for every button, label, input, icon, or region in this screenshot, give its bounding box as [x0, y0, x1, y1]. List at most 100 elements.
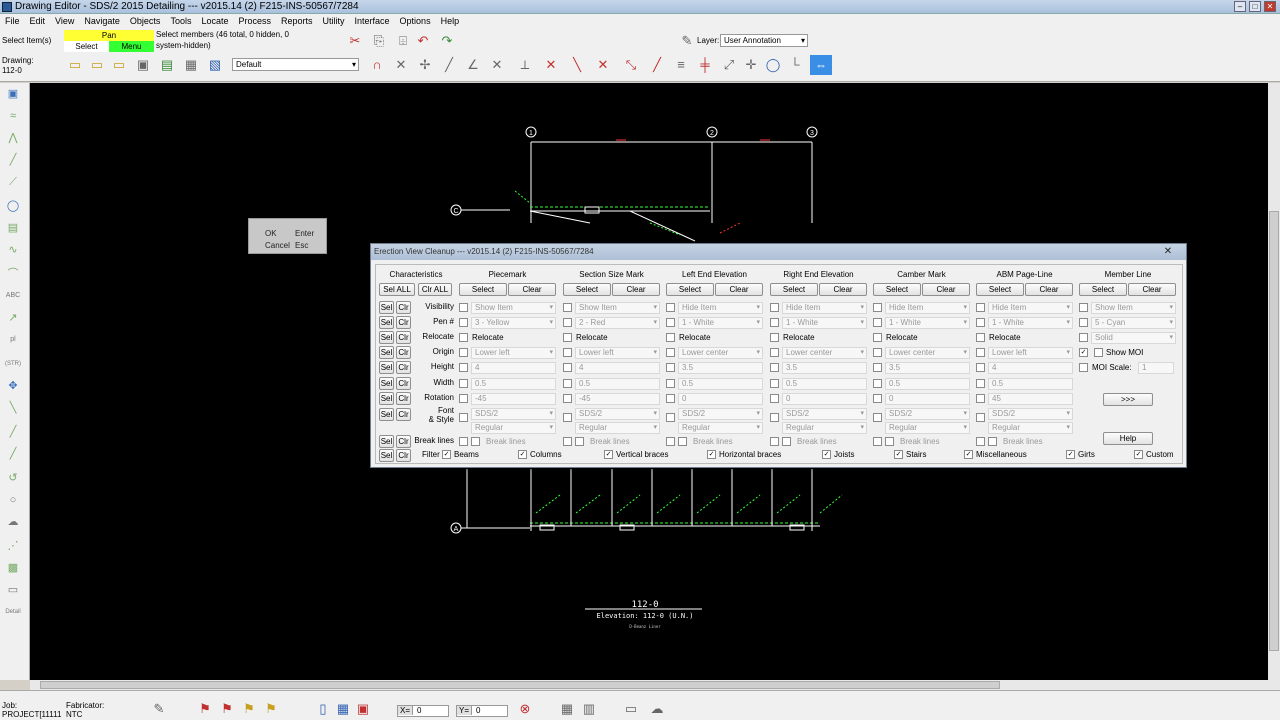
camber-mark-rotation-input[interactable]: 0: [885, 393, 970, 405]
dialog-close-button[interactable]: ✕: [1154, 245, 1182, 258]
left-end-elevation-visibility-select[interactable]: Hide Item: [678, 302, 763, 314]
piecemark-rotation-checkbox[interactable]: [459, 394, 468, 403]
piecemark-origin-select[interactable]: Lower left: [471, 347, 556, 359]
camber-mark-width-checkbox[interactable]: [873, 379, 882, 388]
palette-fill-icon[interactable]: ▩: [3, 559, 23, 577]
folder-icon[interactable]: ▭: [88, 56, 106, 74]
abm-page-line-rotation-checkbox[interactable]: [976, 394, 985, 403]
filter-horizontal-braces-checkbox[interactable]: ✓: [707, 450, 716, 459]
right-end-elevation-visibility-select[interactable]: Hide Item: [782, 302, 867, 314]
section-size-mark-pen-checkbox[interactable]: [563, 318, 572, 327]
left-end-elevation-font-checkbox[interactable]: [666, 413, 675, 422]
section-size-mark-break-lines-checkbox[interactable]: [575, 437, 584, 446]
layer-combo[interactable]: User Annotation: [720, 34, 808, 47]
sel-button-height[interactable]: Sel: [379, 361, 394, 374]
snap-diagonal-icon[interactable]: ╲: [568, 56, 586, 74]
abm-page-line-clear-button[interactable]: Clear: [1025, 283, 1073, 296]
grid-icon[interactable]: ▦: [182, 56, 200, 74]
member-line-visibility-select[interactable]: Show Item: [1091, 302, 1176, 314]
piecemark-width-checkbox[interactable]: [459, 379, 468, 388]
clr-button-filter[interactable]: Clr: [396, 449, 411, 462]
snap-center-icon[interactable]: ╪: [696, 56, 714, 74]
section-size-mark-clear-button[interactable]: Clear: [612, 283, 660, 296]
piecemark-font-checkbox[interactable]: [459, 413, 468, 422]
section-size-mark-rotation-input[interactable]: -45: [575, 393, 660, 405]
palette-zigzag-icon[interactable]: ⋀: [3, 129, 23, 147]
right-end-elevation-style-select[interactable]: Regular: [782, 422, 867, 434]
menu-edit[interactable]: Edit: [25, 16, 51, 26]
snap-angle-icon[interactable]: ∠: [464, 56, 482, 74]
cancel-circle-icon[interactable]: ⊗: [516, 700, 534, 718]
snap-line-icon[interactable]: ╱: [440, 56, 458, 74]
section-size-mark-pen-select[interactable]: 2 - Red: [575, 317, 660, 329]
section-size-mark-height-input[interactable]: 4: [575, 362, 660, 374]
sel-button-filter[interactable]: Sel: [379, 449, 394, 462]
filter-beams-checkbox[interactable]: ✓: [442, 450, 451, 459]
menu-navigate[interactable]: Navigate: [79, 16, 125, 26]
status-align-icon[interactable]: ▥: [580, 700, 598, 718]
camber-mark-height-input[interactable]: 3.5: [885, 362, 970, 374]
folder-up-icon[interactable]: ▭: [110, 56, 128, 74]
left-end-elevation-height-checkbox[interactable]: [666, 363, 675, 372]
member-line-visibility-checkbox[interactable]: [1079, 303, 1088, 312]
section-size-mark-width-input[interactable]: 0.5: [575, 378, 660, 390]
palette-cloud-icon[interactable]: ☁: [3, 513, 23, 531]
camber-mark-relocate-checkbox[interactable]: [873, 333, 882, 342]
vertical-scroll-thumb[interactable]: [1269, 211, 1279, 651]
left-end-elevation-select-button[interactable]: Select: [666, 283, 714, 296]
abm-page-line-visibility-select[interactable]: Hide Item: [988, 302, 1073, 314]
palette-arc-icon[interactable]: ⌒: [3, 265, 23, 283]
paste-icon[interactable]: ⌹: [394, 32, 412, 50]
abm-page-line-origin-checkbox[interactable]: [976, 348, 985, 357]
section-size-mark-origin-checkbox[interactable]: [563, 348, 572, 357]
section-size-mark-rotation-checkbox[interactable]: [563, 394, 572, 403]
right-end-elevation-relocate-checkbox[interactable]: [770, 333, 779, 342]
status-grid-icon[interactable]: ▦: [558, 700, 576, 718]
left-end-elevation-rotation-input[interactable]: 0: [678, 393, 763, 405]
filter-custom-checkbox[interactable]: ✓: [1134, 450, 1143, 459]
piecemark-visibility-select[interactable]: Show Item: [471, 302, 556, 314]
snap-slash-icon[interactable]: ⤡: [622, 56, 640, 74]
snap-mid-icon[interactable]: ≡: [672, 56, 690, 74]
print-icon[interactable]: ▤: [158, 56, 176, 74]
status-tool-icon-2[interactable]: ▦: [334, 700, 352, 718]
left-end-elevation-clear-button[interactable]: Clear: [715, 283, 763, 296]
filter-vertical-braces-checkbox[interactable]: ✓: [604, 450, 613, 459]
piecemark-width-input[interactable]: 0.5: [471, 378, 556, 390]
abm-page-line-font-checkbox[interactable]: [976, 413, 985, 422]
view-combo[interactable]: Default: [232, 58, 359, 71]
menu-utility[interactable]: Utility: [318, 16, 350, 26]
abm-page-line-select-button[interactable]: Select: [976, 283, 1024, 296]
abm-page-line-width-checkbox[interactable]: [976, 379, 985, 388]
camber-mark-height-checkbox[interactable]: [873, 363, 882, 372]
piecemark-rotation-input[interactable]: -45: [471, 393, 556, 405]
left-end-elevation-width-checkbox[interactable]: [666, 379, 675, 388]
clr-all-button[interactable]: Clr ALL: [418, 283, 452, 296]
sel-button-break[interactable]: Sel: [379, 435, 394, 448]
piecemark-font-select[interactable]: SDS/2: [471, 408, 556, 420]
left-end-elevation-rotation-checkbox[interactable]: [666, 394, 675, 403]
menu-reports[interactable]: Reports: [276, 16, 318, 26]
status-flag-icon-1[interactable]: ⚑: [196, 700, 214, 718]
palette-dash-icon[interactable]: ⋰: [3, 537, 23, 555]
abm-page-line-height-checkbox[interactable]: [976, 363, 985, 372]
piecemark-break-checkbox[interactable]: [459, 437, 468, 446]
snap-plus-icon[interactable]: ✛: [742, 56, 760, 74]
palette-text-icon[interactable]: ABC: [3, 287, 23, 305]
palette-str-icon[interactable]: (STR): [3, 355, 23, 373]
right-end-elevation-clear-button[interactable]: Clear: [819, 283, 867, 296]
maximize-button[interactable]: □: [1249, 1, 1261, 12]
y-coordinate[interactable]: Y= 0: [456, 705, 508, 717]
camber-mark-select-button[interactable]: Select: [873, 283, 921, 296]
right-end-elevation-font-select[interactable]: SDS/2: [782, 408, 867, 420]
ctx-cancel[interactable]: Cancel: [265, 241, 290, 250]
status-window-icon[interactable]: ▭: [622, 700, 640, 718]
left-end-elevation-font-select[interactable]: SDS/2: [678, 408, 763, 420]
left-end-elevation-pen-select[interactable]: 1 - White: [678, 317, 763, 329]
abm-page-line-visibility-checkbox[interactable]: [976, 303, 985, 312]
horizontal-scroll-thumb[interactable]: [40, 681, 1000, 689]
camber-mark-origin-select[interactable]: Lower center: [885, 347, 970, 359]
piecemark-height-checkbox[interactable]: [459, 363, 468, 372]
section-size-mark-font-checkbox[interactable]: [563, 413, 572, 422]
filter-stairs-checkbox[interactable]: ✓: [894, 450, 903, 459]
